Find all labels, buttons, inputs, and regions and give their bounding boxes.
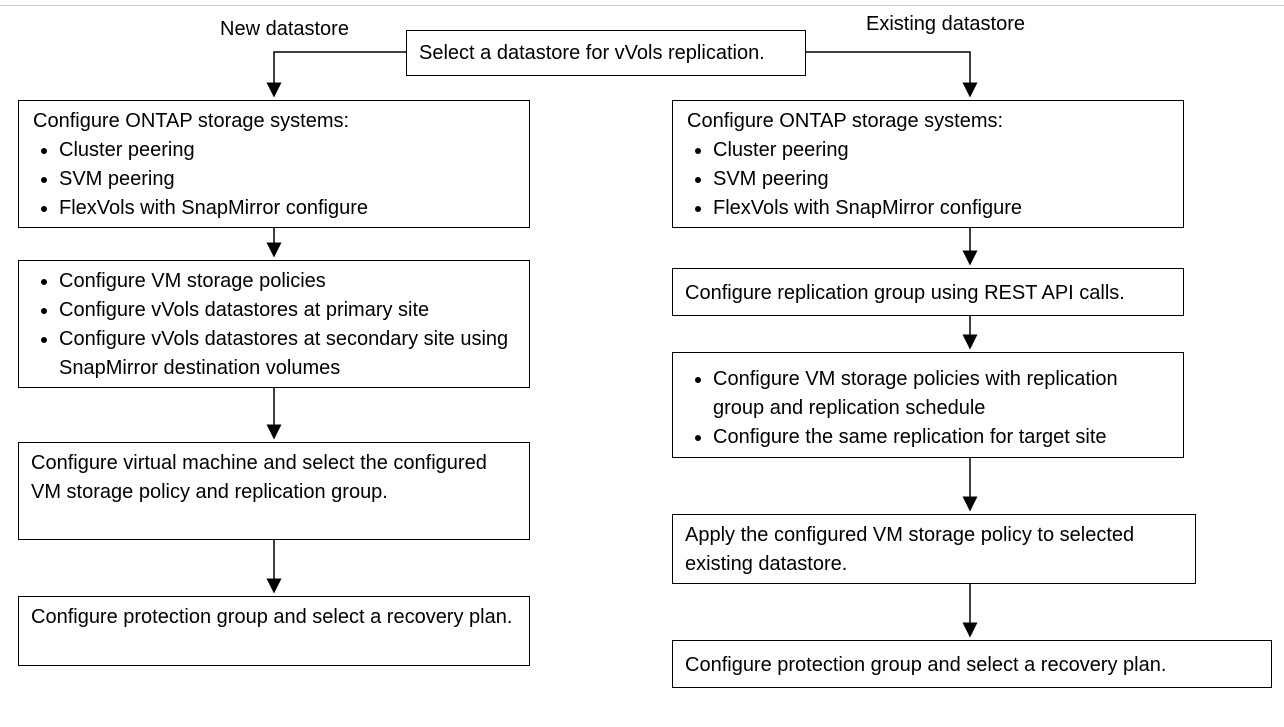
list-item: Configure vVols datastores at secondary …: [59, 325, 517, 383]
divider: [0, 5, 1284, 6]
list-item: FlexVols with SnapMirror configure: [59, 194, 517, 223]
box-left-policies: Configure VM storage policies Configure …: [18, 260, 530, 388]
list-left-policies: Configure VM storage policies Configure …: [31, 267, 517, 383]
label-existing-datastore: Existing datastore: [866, 13, 1025, 36]
list-item: Cluster peering: [59, 136, 517, 165]
list-item: FlexVols with SnapMirror configure: [713, 194, 1171, 223]
list-left-ontap: Cluster peering SVM peering FlexVols wit…: [31, 136, 517, 223]
box-left-protect: Configure protection group and select a …: [18, 596, 530, 666]
box-right-ontap: Configure ONTAP storage systems: Cluster…: [672, 100, 1184, 228]
text-right-replgroup: Configure replication group using REST A…: [685, 282, 1125, 304]
list-right-ontap: Cluster peering SVM peering FlexVols wit…: [685, 136, 1171, 223]
box-right-protect: Configure protection group and select a …: [672, 640, 1272, 688]
text-left-ontap-lead: Configure ONTAP storage systems:: [31, 107, 517, 136]
text-right-protect: Configure protection group and select a …: [685, 654, 1166, 676]
text-left-vm: Configure virtual machine and select the…: [31, 452, 487, 503]
list-item: Configure vVols datastores at primary si…: [59, 296, 517, 325]
list-item: Configure VM storage policies: [59, 267, 517, 296]
text-right-ontap-lead: Configure ONTAP storage systems:: [685, 107, 1171, 136]
list-item: Configure VM storage policies with repli…: [713, 365, 1171, 423]
list-item: Configure the same replication for targe…: [713, 423, 1171, 452]
box-right-apply: Apply the configured VM storage policy t…: [672, 514, 1196, 584]
text-right-apply: Apply the configured VM storage policy t…: [685, 524, 1134, 575]
label-new-datastore: New datastore: [220, 18, 349, 41]
box-select-datastore: Select a datastore for vVols replication…: [406, 30, 806, 76]
list-item: Cluster peering: [713, 136, 1171, 165]
text-select-datastore: Select a datastore for vVols replication…: [419, 42, 765, 64]
list-item: SVM peering: [59, 165, 517, 194]
box-right-replgroup: Configure replication group using REST A…: [672, 268, 1184, 316]
list-right-policies: Configure VM storage policies with repli…: [685, 365, 1171, 452]
box-right-policies: Configure VM storage policies with repli…: [672, 352, 1184, 458]
box-left-vm: Configure virtual machine and select the…: [18, 442, 530, 540]
text-left-protect: Configure protection group and select a …: [31, 606, 512, 628]
box-left-ontap: Configure ONTAP storage systems: Cluster…: [18, 100, 530, 228]
list-item: SVM peering: [713, 165, 1171, 194]
